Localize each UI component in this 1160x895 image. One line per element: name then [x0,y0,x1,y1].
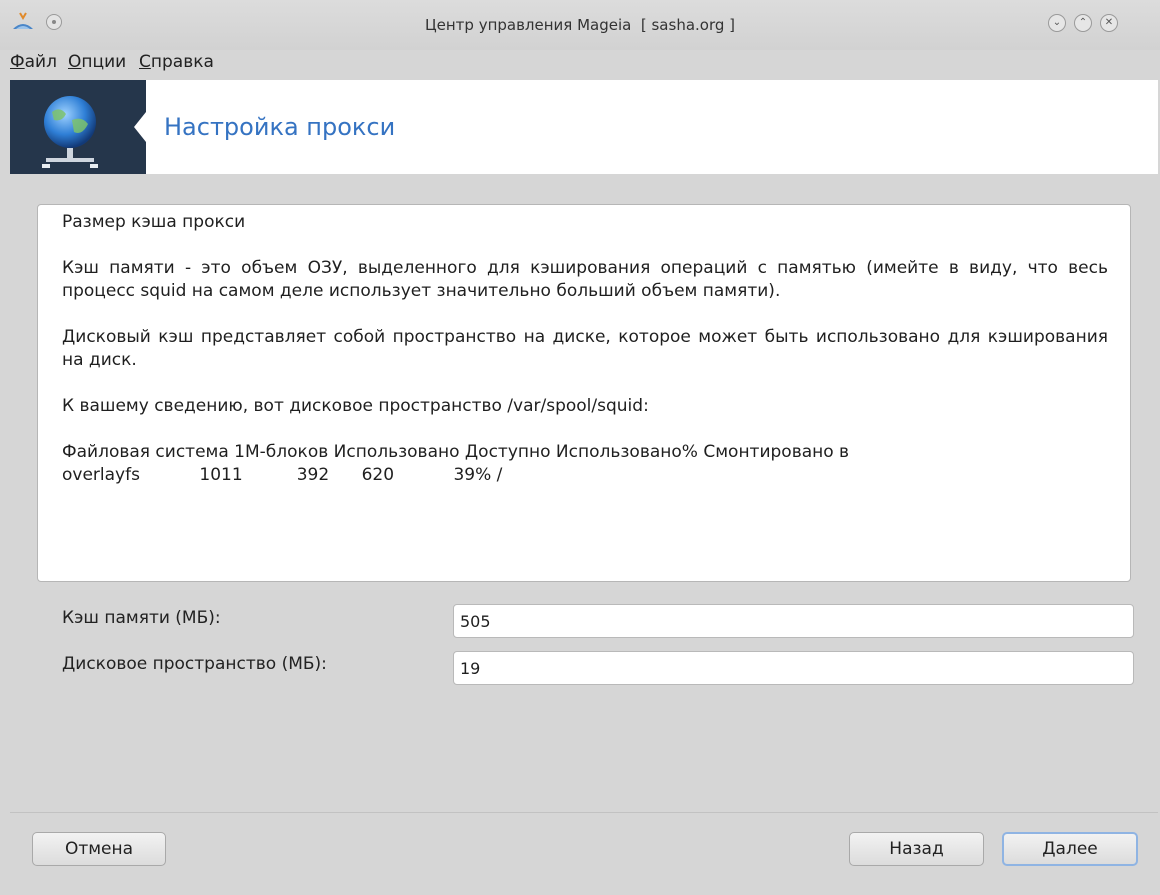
globe-network-icon [42,96,98,168]
banner-notch [134,97,158,157]
disk-space-input[interactable] [453,651,1134,685]
info-heading: Размер кэша прокси [62,212,246,232]
df-header-row: Файловая система 1M-блоков Использовано … [62,442,850,462]
footer-separator [10,812,1158,813]
window-title: Центр управления Mageia [ sasha.org ] [424,16,736,34]
disk-space-label: Дисковое пространство (МБ): [62,654,327,674]
chevron-down-icon: ⌄ [1052,17,1062,28]
minimize-button[interactable]: ⌄ [1048,14,1066,32]
df-data-row: overlayfs 1011 392 620 39% / [62,465,503,485]
maximize-button[interactable]: ⌃ [1074,14,1092,32]
menu-options[interactable]: Опции [68,52,126,72]
close-button[interactable]: ✕ [1100,14,1118,32]
memory-cache-label: Кэш памяти (МБ): [62,608,221,628]
chevron-up-icon: ⌃ [1078,17,1088,28]
next-button[interactable]: Далее [1002,832,1138,866]
menu-file[interactable]: Файл [10,52,57,72]
disk-cache-description: Дисковый кэш представляет собой простран… [62,327,1108,370]
info-text: Размер кэша прокси Кэш памяти - это объе… [62,211,1108,487]
close-icon: ✕ [1104,17,1114,28]
menu-help[interactable]: Справка [139,52,214,72]
header-banner: Настройка прокси [10,80,1158,174]
banner-icon-area [10,80,146,174]
memory-cache-description: Кэш памяти - это объем ОЗУ, выделенного … [62,258,1108,301]
title-bar: Центр управления Mageia [ sasha.org ] ⌄ … [0,0,1160,50]
menu-bar: Файл Опции Справка [0,50,1160,80]
memory-cache-input[interactable] [453,604,1134,638]
info-panel: Размер кэша прокси Кэш памяти - это объе… [37,204,1131,582]
back-button[interactable]: Назад [849,832,984,866]
page-title: Настройка прокси [164,113,396,141]
cancel-button[interactable]: Отмена [32,832,166,866]
disk-space-intro: К вашему сведению, вот дисковое простран… [62,396,649,416]
